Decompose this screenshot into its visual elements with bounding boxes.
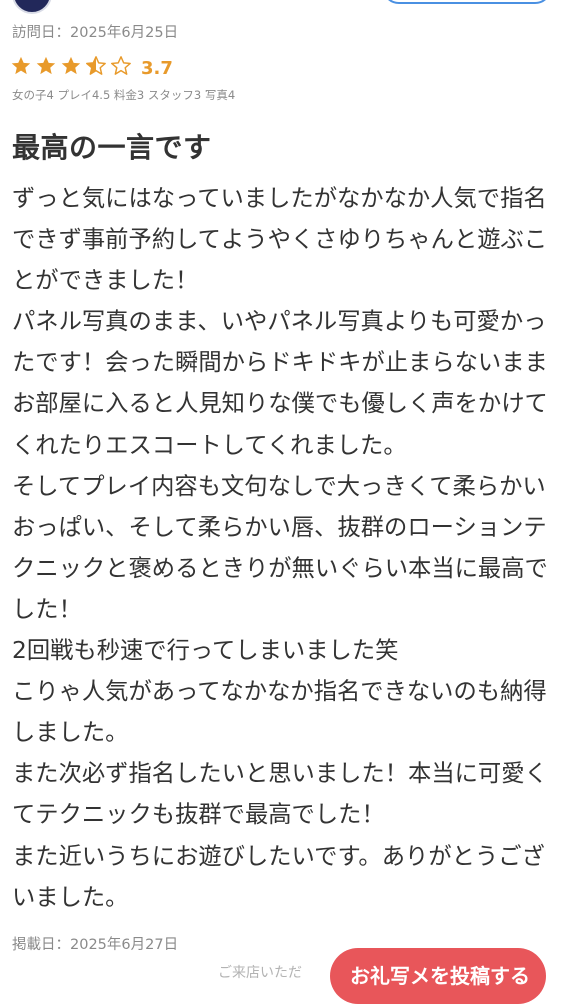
review-body-line: パネル写真のまま、いやパネル写真よりも可愛かっ: [12, 308, 547, 336]
review-body-line: こりゃ人気があってなかなか指名できないのも納得: [12, 678, 547, 706]
review-body: ずっと気にはなっていましたがなかなか人気で指名 できず事前予約してようやくさゆりち…: [12, 178, 560, 918]
review-title: 最高の一言です: [12, 131, 212, 164]
star-icon: [61, 56, 81, 75]
review-body-line: おっぱい、そして柔らかい唇、抜群のローションテ: [12, 513, 547, 541]
star-rating: [10, 55, 135, 81]
review-body-line: とができました！: [12, 267, 199, 295]
review-body-line: お部屋に入ると人見知りな僕でも優しく声をかけて: [12, 390, 548, 418]
post-thank-you-photo-button[interactable]: お礼写メを投稿する: [330, 948, 546, 1004]
empty-star-icon: [111, 56, 131, 75]
review-body-line: また近いうちにお遊びしたいです。ありがとうござ: [12, 842, 545, 870]
review-body-line: 2回戦も秒速で行ってしまいました笑: [12, 637, 399, 665]
review-body-line: そしてプレイ内容も文句なしで大っきくて柔らかい: [12, 472, 546, 500]
rating-value: 3.7: [141, 57, 173, 79]
review-body-line: した！: [12, 595, 82, 623]
half-star-icon: [86, 56, 106, 75]
top-strip: [0, 0, 576, 14]
review-body-line: クニックと褒めるときりが無いぐらい本当に最高で: [12, 554, 548, 582]
review-body-line: また次必ず指名したいと思いました！本当に可愛く: [12, 760, 548, 788]
star-icon: [11, 56, 31, 75]
posted-date: 掲載日：2025年6月27日: [12, 937, 179, 953]
sub-ratings: 女の子4 プレイ4.5 料金3 スタッフ3 写真4: [12, 88, 236, 102]
review-body-line: しました。: [12, 719, 129, 747]
review-body-line: たです！会った瞬間からドキドキが止まらないまま: [12, 349, 548, 377]
review-body-line: ずっと気にはなっていましたがなかなか人気で指名: [12, 185, 547, 212]
review-body-line: できず事前予約してようやくさゆりちゃんと遊ぶこ: [12, 226, 548, 254]
review-body-line: いました。: [12, 883, 129, 911]
top-action-button[interactable]: [382, 0, 552, 4]
star-icon: [36, 56, 56, 75]
review-body-line: てテクニックも抜群で最高でした！: [12, 801, 385, 829]
faded-text: ご来店いただ: [218, 965, 302, 981]
rating-row: 3.7: [10, 55, 173, 81]
visit-date: 訪問日：2025年6月25日: [12, 25, 179, 41]
avatar[interactable]: [12, 0, 52, 14]
review-body-line: くれたりエスコートしてくれました。: [12, 431, 407, 459]
